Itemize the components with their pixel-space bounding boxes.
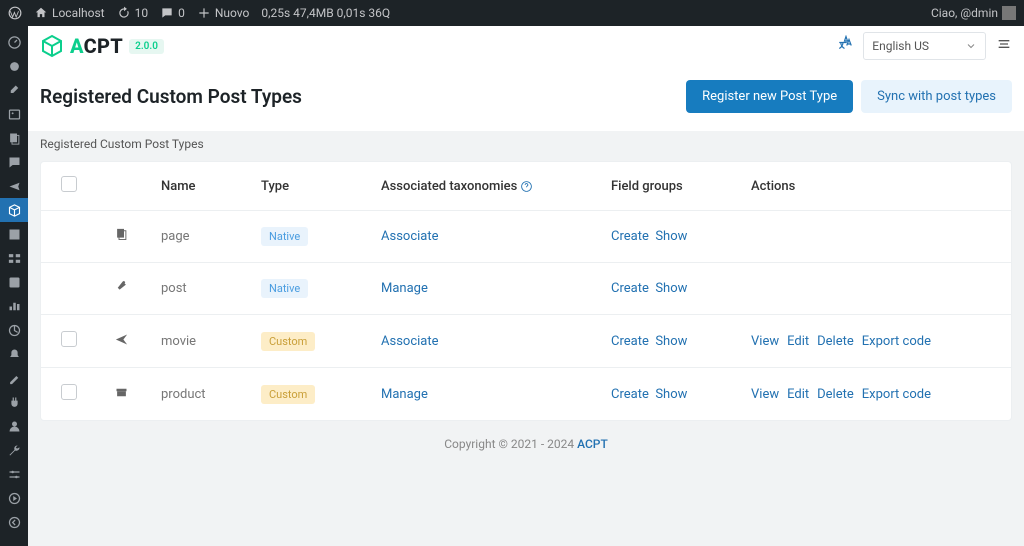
- new-label: Nuovo: [215, 6, 250, 20]
- plane-icon: [114, 336, 129, 351]
- sidebar-movie[interactable]: [0, 174, 28, 198]
- wp-admin-bar: Localhost 10 0 Nuovo 0,25s 47,4MB 0,01s …: [0, 0, 1024, 26]
- translate-icon[interactable]: [837, 35, 855, 57]
- new-link[interactable]: Nuovo: [197, 6, 250, 20]
- sub-heading: Registered Custom Post Types: [28, 131, 1024, 161]
- delete-link[interactable]: Delete: [817, 387, 854, 402]
- create-link[interactable]: Create: [611, 281, 649, 296]
- sidebar-item[interactable]: [0, 318, 28, 342]
- register-post-type-button[interactable]: Register new Post Type: [686, 80, 853, 113]
- type-badge: Custom: [261, 332, 315, 351]
- show-link[interactable]: Show: [655, 334, 687, 349]
- row-name: movie: [151, 315, 251, 368]
- col-actions: Actions: [741, 162, 1011, 211]
- edit-link[interactable]: Edit: [787, 334, 809, 349]
- sidebar-item[interactable]: [0, 246, 28, 270]
- manage-link[interactable]: Manage: [381, 387, 428, 402]
- show-link[interactable]: Show: [655, 281, 687, 296]
- associate-link[interactable]: Associate: [381, 334, 439, 349]
- sidebar-item[interactable]: [0, 222, 28, 246]
- create-link[interactable]: Create: [611, 334, 649, 349]
- sidebar-plugins[interactable]: [0, 390, 28, 414]
- sidebar-pages[interactable]: [0, 126, 28, 150]
- language-select[interactable]: English US: [863, 32, 986, 60]
- delete-link[interactable]: Delete: [817, 334, 854, 349]
- footer: Copyright © 2021 - 2024 ACPT: [28, 421, 1024, 467]
- type-badge: Native: [261, 279, 308, 298]
- type-badge: Native: [261, 227, 308, 246]
- sidebar-users[interactable]: [0, 414, 28, 438]
- col-associated-taxonomies: Associated taxonomies: [371, 162, 601, 211]
- updates-link[interactable]: 10: [117, 6, 149, 20]
- show-link[interactable]: Show: [655, 387, 687, 402]
- sidebar-appearance[interactable]: [0, 366, 28, 390]
- show-link[interactable]: Show: [655, 229, 687, 244]
- sidebar-comments[interactable]: [0, 150, 28, 174]
- sidebar-dashboard[interactable]: [0, 30, 28, 54]
- cube-icon: [40, 34, 64, 58]
- col-type: Type: [251, 162, 371, 211]
- logo-text: ACPT: [70, 34, 123, 58]
- pin-icon: [114, 283, 129, 298]
- updates-count: 10: [135, 6, 149, 20]
- sidebar-item[interactable]: [0, 486, 28, 510]
- sidebar-collapse[interactable]: [0, 510, 28, 534]
- sidebar-item[interactable]: [0, 342, 28, 366]
- export-link[interactable]: Export code: [862, 334, 931, 349]
- site-name: Localhost: [52, 6, 105, 20]
- acpt-logo[interactable]: ACPT 2.0.0: [40, 34, 164, 58]
- sidebar-item[interactable]: [0, 294, 28, 318]
- sidebar-tools[interactable]: [0, 438, 28, 462]
- debug-info: 0,25s 47,4MB 0,01s 36Q: [261, 6, 390, 20]
- page-icon: [114, 231, 129, 246]
- wp-sidebar: [0, 26, 28, 546]
- create-link[interactable]: Create: [611, 387, 649, 402]
- sidebar-acpt[interactable]: [0, 198, 28, 222]
- wp-logo-icon[interactable]: [8, 6, 22, 20]
- comments-link[interactable]: 0: [160, 6, 185, 20]
- version-badge: 2.0.0: [129, 39, 164, 54]
- select-all-checkbox[interactable]: [61, 176, 77, 192]
- manage-link[interactable]: Manage: [381, 281, 428, 296]
- greeting: Ciao, @dmin: [931, 6, 998, 20]
- sidebar-item[interactable]: [0, 54, 28, 78]
- footer-link[interactable]: ACPT: [577, 437, 608, 451]
- page-title: Registered Custom Post Types: [40, 85, 302, 108]
- table-row: movie Custom Associate Create Show View E…: [41, 315, 1011, 368]
- export-link[interactable]: Export code: [862, 387, 931, 402]
- col-field-groups: Field groups: [601, 162, 741, 211]
- associate-link[interactable]: Associate: [381, 229, 439, 244]
- sidebar-settings[interactable]: [0, 462, 28, 486]
- sidebar-posts[interactable]: [0, 78, 28, 102]
- table-row: post Native Manage Create Show: [41, 263, 1011, 315]
- sync-post-types-button[interactable]: Sync with post types: [861, 80, 1012, 113]
- row-name: post: [151, 263, 251, 315]
- row-name: product: [151, 368, 251, 421]
- archive-icon: [114, 389, 129, 404]
- row-checkbox[interactable]: [61, 384, 77, 400]
- chevron-down-icon: [965, 40, 977, 52]
- table-row: product Custom Manage Create Show View Ed…: [41, 368, 1011, 421]
- table-row: page Native Associate Create Show: [41, 211, 1011, 263]
- post-types-table: Name Type Associated taxonomies Field gr…: [40, 161, 1012, 421]
- main-content: ACPT 2.0.0 English US Registered Custom …: [28, 26, 1024, 546]
- view-link[interactable]: View: [751, 387, 779, 402]
- account-link[interactable]: Ciao, @dmin: [931, 6, 1016, 20]
- sidebar-item[interactable]: [0, 270, 28, 294]
- create-link[interactable]: Create: [611, 229, 649, 244]
- language-selected: English US: [872, 39, 929, 53]
- row-checkbox[interactable]: [61, 331, 77, 347]
- col-name: Name: [151, 162, 251, 211]
- avatar: [1002, 6, 1016, 20]
- help-icon[interactable]: [520, 180, 533, 193]
- row-name: page: [151, 211, 251, 263]
- sidebar-media[interactable]: [0, 102, 28, 126]
- settings-menu-button[interactable]: [996, 36, 1012, 56]
- comments-count: 0: [178, 6, 185, 20]
- copyright-text: Copyright © 2021 - 2024: [444, 437, 577, 451]
- edit-link[interactable]: Edit: [787, 387, 809, 402]
- site-link[interactable]: Localhost: [34, 6, 105, 20]
- type-badge: Custom: [261, 385, 315, 404]
- view-link[interactable]: View: [751, 334, 779, 349]
